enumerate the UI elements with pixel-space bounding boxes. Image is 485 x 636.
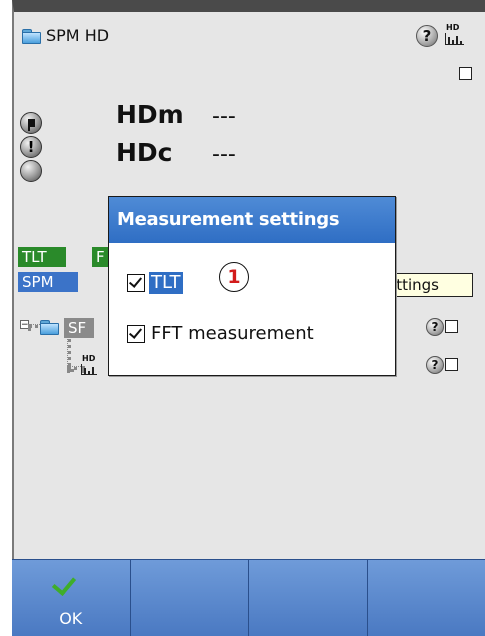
tlt-tag[interactable]: TLT <box>18 247 66 267</box>
help-icon[interactable]: ? <box>426 356 444 374</box>
window-title-row: SPM HD <box>22 22 109 48</box>
option-tlt[interactable]: TLT <box>127 271 183 295</box>
fft-checkbox[interactable] <box>127 325 145 343</box>
softkey-3[interactable] <box>249 560 368 636</box>
tlt-checkbox[interactable] <box>127 274 145 292</box>
hd-spectrum-icon[interactable]: HD <box>444 24 466 46</box>
ok-button[interactable]: OK <box>12 560 131 636</box>
tree-folder-icon <box>40 320 58 333</box>
measurement-label: HDm <box>116 100 208 129</box>
folder-icon <box>22 29 40 42</box>
softkey-bar: OK <box>12 559 485 636</box>
measurement-value: --- <box>212 104 236 129</box>
help-icon[interactable]: ? <box>416 25 438 47</box>
option-label: FFT measurement <box>151 323 314 345</box>
title-bar: SPM HD ? HD <box>12 12 485 48</box>
callout-marker: 1 <box>219 262 249 292</box>
dialog-title: Measurement settings <box>109 197 395 243</box>
settings-tooltip: ettings <box>384 273 473 297</box>
row-checkbox[interactable] <box>445 358 458 371</box>
window-title: SPM HD <box>46 26 109 45</box>
warning-status-icon: ! <box>20 136 42 158</box>
row-checkbox[interactable] <box>445 320 458 333</box>
spm-tag[interactable]: SPM <box>18 272 78 292</box>
empty-status-icon <box>20 160 42 182</box>
measurement-hdm: HDm --- <box>116 100 236 129</box>
measurement-value: --- <box>212 142 236 167</box>
measurement-hdc: HDc --- <box>116 138 236 167</box>
option-label: TLT <box>149 272 183 294</box>
tree-node-label[interactable]: SF <box>64 318 94 338</box>
softkey-2[interactable] <box>131 560 250 636</box>
checkmark-icon <box>52 571 76 596</box>
flag-status-icon <box>20 112 42 134</box>
help-icon[interactable]: ? <box>426 318 444 336</box>
measurement-label: HDc <box>116 138 208 167</box>
measurement-settings-dialog: Measurement settings TLT FFT measurement <box>108 196 396 376</box>
tree-hd-icon[interactable]: HD <box>80 355 100 375</box>
ok-label: OK <box>12 609 130 628</box>
header-checkbox[interactable] <box>459 67 472 80</box>
softkey-4[interactable] <box>368 560 485 636</box>
option-fft-measurement[interactable]: FFT measurement <box>127 322 314 346</box>
